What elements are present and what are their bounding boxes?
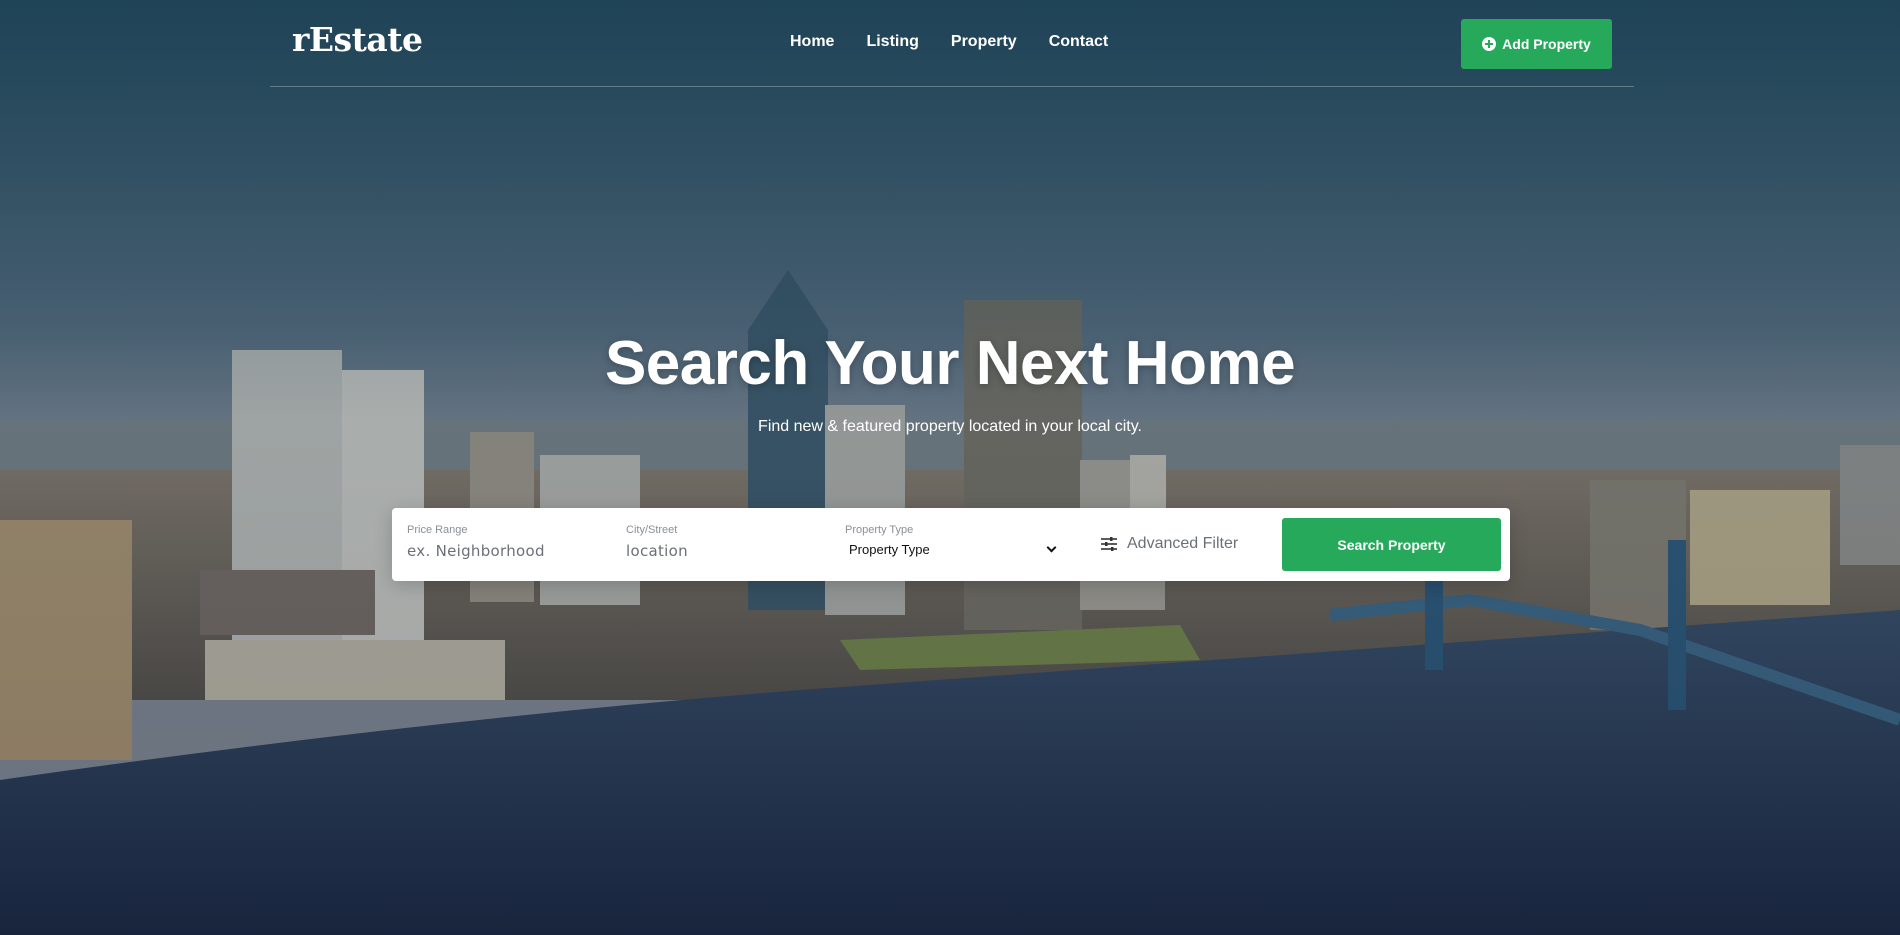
property-type-selected: Property Type bbox=[849, 542, 930, 557]
search-property-button[interactable]: Search Property bbox=[1282, 518, 1501, 571]
add-property-label: Add Property bbox=[1502, 36, 1591, 52]
price-range-field: Price Range bbox=[407, 524, 597, 561]
add-property-button[interactable]: Add Property bbox=[1461, 19, 1612, 69]
property-type-label: Property Type bbox=[845, 524, 914, 536]
price-range-input[interactable] bbox=[407, 542, 597, 560]
property-type-field: Property Type Property Type bbox=[845, 524, 1061, 557]
chevron-down-icon bbox=[1046, 542, 1057, 553]
advanced-filter-button[interactable]: Advanced Filter bbox=[1101, 535, 1238, 553]
city-street-label: City/Street bbox=[626, 524, 678, 536]
hero-subtitle: Find new & featured property located in … bbox=[758, 418, 1142, 435]
property-search-bar: Price Range City/Street Property Type Pr… bbox=[392, 508, 1510, 581]
advanced-filter-label: Advanced Filter bbox=[1127, 535, 1239, 552]
brand-logo[interactable]: rEstate bbox=[292, 20, 423, 59]
city-street-field: City/Street bbox=[626, 524, 816, 561]
site-header: rEstate Home Listing Property Contact Ad… bbox=[270, 0, 1634, 87]
city-street-input[interactable] bbox=[626, 542, 816, 560]
sliders-icon bbox=[1101, 537, 1117, 551]
nav-item-property[interactable]: Property bbox=[951, 33, 1017, 51]
plus-circle-icon bbox=[1482, 37, 1497, 51]
hero-title: Search Your Next Home bbox=[604, 329, 1296, 398]
price-range-label: Price Range bbox=[407, 524, 468, 536]
nav-item-listing[interactable]: Listing bbox=[866, 33, 918, 51]
main-nav: Home Listing Property Contact bbox=[790, 33, 1108, 51]
nav-item-home[interactable]: Home bbox=[790, 33, 834, 51]
hero-dark-overlay bbox=[0, 0, 1900, 935]
property-type-select[interactable]: Property Type bbox=[845, 542, 1061, 557]
nav-item-contact[interactable]: Contact bbox=[1049, 33, 1109, 51]
